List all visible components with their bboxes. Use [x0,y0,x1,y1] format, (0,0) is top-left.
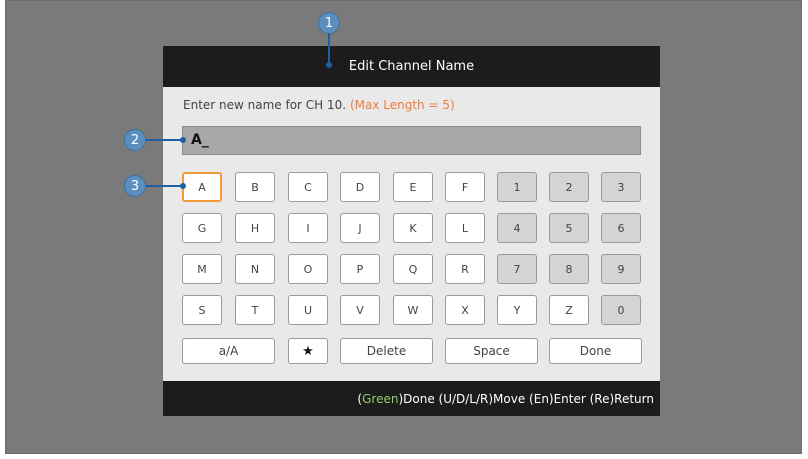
key-h[interactable]: H [235,213,275,243]
key-0[interactable]: 0 [601,295,641,325]
key-a[interactable]: A [182,172,222,202]
prompt-text: Enter new name for CH 10. [183,98,347,112]
key-3[interactable]: 3 [601,172,641,202]
delete-button[interactable]: Delete [340,338,433,364]
space-button[interactable]: Space [445,338,538,364]
key-e[interactable]: E [393,172,433,202]
key-9[interactable]: 9 [601,254,641,284]
key-f[interactable]: F [445,172,485,202]
callout-1-line [328,33,330,63]
key-b[interactable]: B [235,172,275,202]
edit-channel-name-dialog: Edit Channel Name Enter new name for CH … [163,46,660,416]
key-o[interactable]: O [288,254,328,284]
green-key-hint: Green [362,391,399,406]
callout-2-line [146,139,183,141]
key-n[interactable]: N [235,254,275,284]
key-c[interactable]: C [288,172,328,202]
key-p[interactable]: P [340,254,380,284]
done-button[interactable]: Done [549,338,642,364]
key-g[interactable]: G [182,213,222,243]
callout-2-dot [180,137,186,143]
key-j[interactable]: J [340,213,380,243]
key-m[interactable]: M [182,254,222,284]
callout-3: 3 [124,175,146,197]
key-8[interactable]: 8 [549,254,589,284]
key-v[interactable]: V [340,295,380,325]
key-z[interactable]: Z [549,295,589,325]
callout-3-line [146,185,183,187]
key-2[interactable]: 2 [549,172,589,202]
key-6[interactable]: 6 [601,213,641,243]
key-t[interactable]: T [235,295,275,325]
name-prompt: Enter new name for CH 10. (Max Length = … [183,98,455,112]
key-hints-bar: (Green)Done (U/D/L/R)Move (En)Enter (Re)… [163,381,660,416]
key-4[interactable]: 4 [497,213,537,243]
key-d[interactable]: D [340,172,380,202]
key-w[interactable]: W [393,295,433,325]
star-key[interactable]: ★ [288,338,328,364]
callout-3-dot [180,183,186,189]
key-l[interactable]: L [445,213,485,243]
callout-1: 1 [318,12,340,34]
channel-name-input[interactable]: A_ [182,126,641,155]
key-7[interactable]: 7 [497,254,537,284]
key-r[interactable]: R [445,254,485,284]
case-toggle-button[interactable]: a/A [182,338,275,364]
key-x[interactable]: X [445,295,485,325]
key-hints-text: )Done (U/D/L/R)Move (En)Enter (Re)Return [398,391,654,406]
callout-1-dot [326,62,332,68]
key-y[interactable]: Y [497,295,537,325]
key-q[interactable]: Q [393,254,433,284]
key-k[interactable]: K [393,213,433,243]
key-5[interactable]: 5 [549,213,589,243]
max-length-hint: (Max Length = 5) [349,98,455,112]
key-1[interactable]: 1 [497,172,537,202]
key-s[interactable]: S [182,295,222,325]
key-u[interactable]: U [288,295,328,325]
key-i[interactable]: I [288,213,328,243]
callout-2: 2 [124,129,146,151]
dialog-title: Edit Channel Name [163,46,660,87]
